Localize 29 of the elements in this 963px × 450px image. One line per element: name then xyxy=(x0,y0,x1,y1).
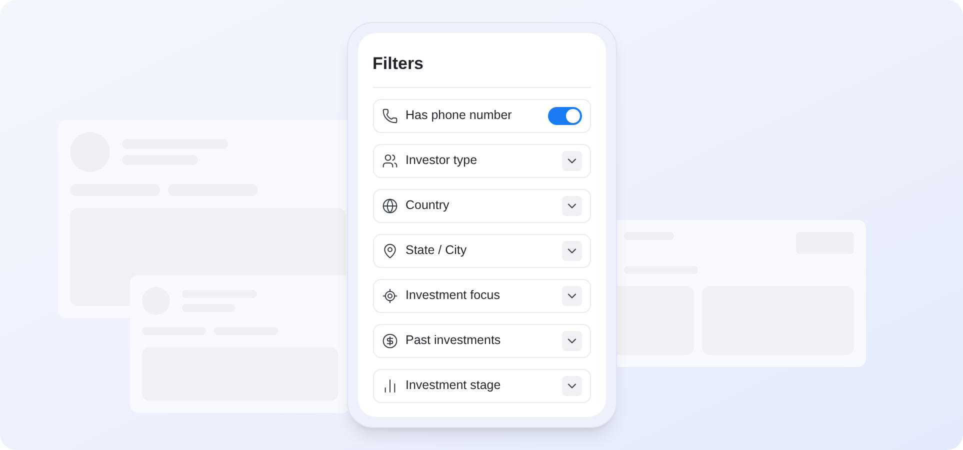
filter-row[interactable]: Has phone number xyxy=(372,98,590,132)
panel-title: Filters xyxy=(372,51,590,88)
expand-button[interactable] xyxy=(562,330,582,350)
expand-button[interactable] xyxy=(562,240,582,260)
filter-row[interactable]: Investment stage xyxy=(372,368,590,402)
filter-row[interactable]: State / City xyxy=(372,234,590,268)
filter-label: Past investments xyxy=(406,332,502,350)
map-pin-icon xyxy=(382,242,398,258)
phone-icon xyxy=(382,108,398,124)
filter-row[interactable]: Past investments xyxy=(372,324,590,358)
expand-button[interactable] xyxy=(562,286,582,306)
expand-button[interactable] xyxy=(562,376,582,396)
toggle-switch[interactable] xyxy=(548,106,582,124)
filter-row[interactable]: Country xyxy=(372,188,590,222)
globe-icon xyxy=(382,198,398,214)
toggle-thumb xyxy=(566,108,580,122)
dollar-icon xyxy=(382,332,398,348)
filter-label: Investment stage xyxy=(406,377,502,394)
people-icon xyxy=(382,152,398,168)
expand-button[interactable] xyxy=(562,196,582,216)
target-icon xyxy=(382,288,398,304)
filter-label: Country xyxy=(406,197,450,214)
filter-label: Investor type xyxy=(406,152,478,170)
filter-label: Investment focus xyxy=(406,287,501,304)
filter-label: Has phone number xyxy=(406,107,513,124)
filter-row[interactable]: Investor type xyxy=(372,144,590,178)
expand-button[interactable] xyxy=(562,150,582,170)
filter-label: State / City xyxy=(406,242,468,260)
filter-row[interactable]: Investment focus xyxy=(372,278,590,312)
